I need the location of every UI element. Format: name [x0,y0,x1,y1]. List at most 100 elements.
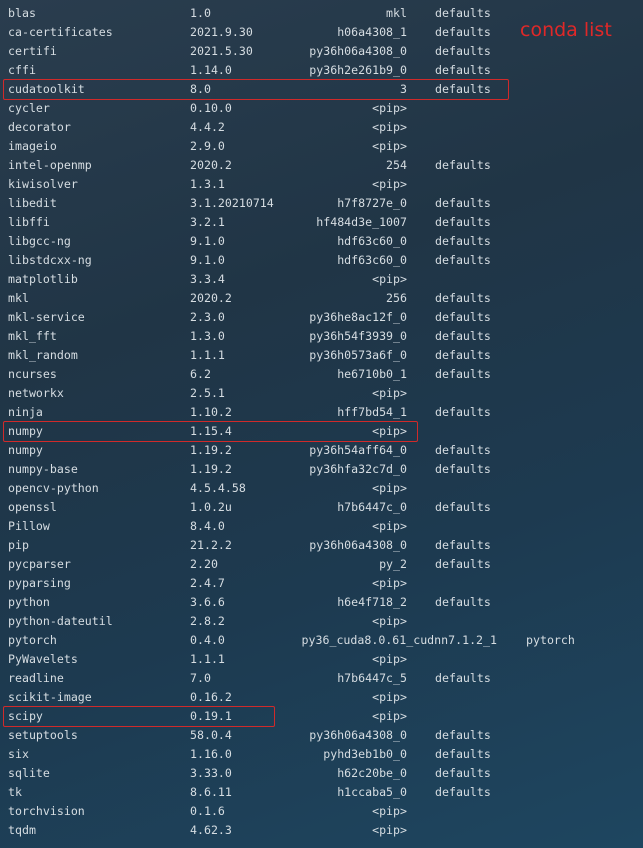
package-channel: defaults [435,291,491,305]
package-channel: defaults [435,6,491,20]
package-build: py36h06a4308_0 [309,538,407,552]
package-channel: defaults [435,557,491,571]
package-row: libedit 3.1.20210714 h7f8727e_0 defaults [0,194,643,213]
package-build: py36h54aff64_0 [309,443,407,457]
package-version: 9.1.0 [190,234,225,248]
package-name: PyWavelets [8,652,78,666]
package-name: libgcc-ng [8,234,71,248]
package-name: six [8,747,29,761]
package-build: <pip> [372,804,407,818]
terminal-output: blas 1.0 mkl defaults ca-certificates 2021.9.… [0,0,643,848]
package-version: 1.1.1 [190,348,225,362]
package-name: cycler [8,101,50,115]
package-build: <pip> [372,101,407,115]
package-channel: defaults [435,25,491,39]
package-version: 2021.5.30 [190,44,253,58]
package-name: sqlite [8,766,50,780]
package-version: 2.9.0 [190,139,225,153]
package-version: 1.3.0 [190,329,225,343]
package-build: h7b6447c_0 [337,500,407,514]
package-name: setuptools [8,728,78,742]
package-name: ncurses [8,367,57,381]
package-row: decorator 4.4.2 <pip> [0,118,643,137]
package-channel: defaults [435,671,491,685]
highlight-box-numpy [3,421,418,442]
package-name: ca-certificates [8,25,113,39]
package-row: torchvision 0.1.6 <pip> [0,802,643,821]
package-version: 2.4.7 [190,576,225,590]
package-row: scikit-image 0.16.2 <pip> [0,688,643,707]
package-build: <pip> [372,614,407,628]
package-version: 1.0 [190,6,211,20]
package-version: 3.33.0 [190,766,232,780]
package-channel: defaults [435,538,491,552]
package-version: 1.19.2 [190,443,232,457]
package-row: PyWavelets 1.1.1 <pip> [0,650,643,669]
package-name: decorator [8,120,71,134]
package-row: pip 21.2.2 py36h06a4308_0 defaults [0,536,643,555]
package-version: 1.1.1 [190,652,225,666]
package-build: py36he8ac12f_0 [309,310,407,324]
package-build: h7f8727e_0 [337,196,407,210]
package-version: 7.0 [190,671,211,685]
package-row: Pillow 8.4.0 <pip> [0,517,643,536]
package-row: openssl 1.0.2u h7b6447c_0 defaults [0,498,643,517]
package-build: py36h54f3939_0 [309,329,407,343]
package-name: mkl [8,291,29,305]
package-build: <pip> [372,386,407,400]
package-build: mkl [386,6,407,20]
package-channel: pytorch [526,633,575,647]
package-name: readline [8,671,64,685]
package-channel: defaults [435,63,491,77]
package-row: setuptools 58.0.4 py36h06a4308_0 defaults [0,726,643,745]
package-channel: defaults [435,728,491,742]
package-channel: defaults [435,44,491,58]
package-version: 6.2 [190,367,211,381]
package-name: blas [8,6,36,20]
package-row: ninja 1.10.2 hff7bd54_1 defaults [0,403,643,422]
package-name: mkl-service [8,310,85,324]
package-name: numpy-base [8,462,78,476]
package-version: 1.3.1 [190,177,225,191]
package-name: certifi [8,44,57,58]
package-name: tqdm [8,823,36,837]
package-version: 1.0.2u [190,500,232,514]
package-version: 2020.2 [190,291,232,305]
package-version: 3.2.1 [190,215,225,229]
highlight-box-scipy [3,706,275,727]
package-version: 2020.2 [190,158,232,172]
package-channel: defaults [435,215,491,229]
package-name: openssl [8,500,57,514]
package-name: python-dateutil [8,614,113,628]
package-channel: defaults [435,310,491,324]
package-build: hf484d3e_1007 [316,215,407,229]
package-channel: defaults [435,348,491,362]
package-name: kiwisolver [8,177,78,191]
package-channel: defaults [435,234,491,248]
highlight-box-cudatoolkit [3,79,509,100]
package-build: py36h2e261b9_0 [309,63,407,77]
package-name: intel-openmp [8,158,92,172]
package-name: pip [8,538,29,552]
package-row: cffi 1.14.0 py36h2e261b9_0 defaults [0,61,643,80]
package-row: python 3.6.6 h6e4f718_2 defaults [0,593,643,612]
package-name: pycparser [8,557,71,571]
package-row: libgcc-ng 9.1.0 hdf63c60_0 defaults [0,232,643,251]
package-name: pytorch [8,633,57,647]
package-build: <pip> [372,576,407,590]
package-version: 0.16.2 [190,690,232,704]
package-channel: defaults [435,747,491,761]
package-channel: defaults [435,785,491,799]
package-build: <pip> [372,120,407,134]
package-build: py36hfa32c7d_0 [309,462,407,476]
package-row: mkl_fft 1.3.0 py36h54f3939_0 defaults [0,327,643,346]
package-row: tk 8.6.11 h1ccaba5_0 defaults [0,783,643,802]
package-build: h06a4308_1 [337,25,407,39]
package-version: 2.3.0 [190,310,225,324]
package-name: pyparsing [8,576,71,590]
package-build: <pip> [372,139,407,153]
package-version: 2021.9.30 [190,25,253,39]
package-row: python-dateutil 2.8.2 <pip> [0,612,643,631]
package-build: h62c20be_0 [337,766,407,780]
package-channel: defaults [435,500,491,514]
